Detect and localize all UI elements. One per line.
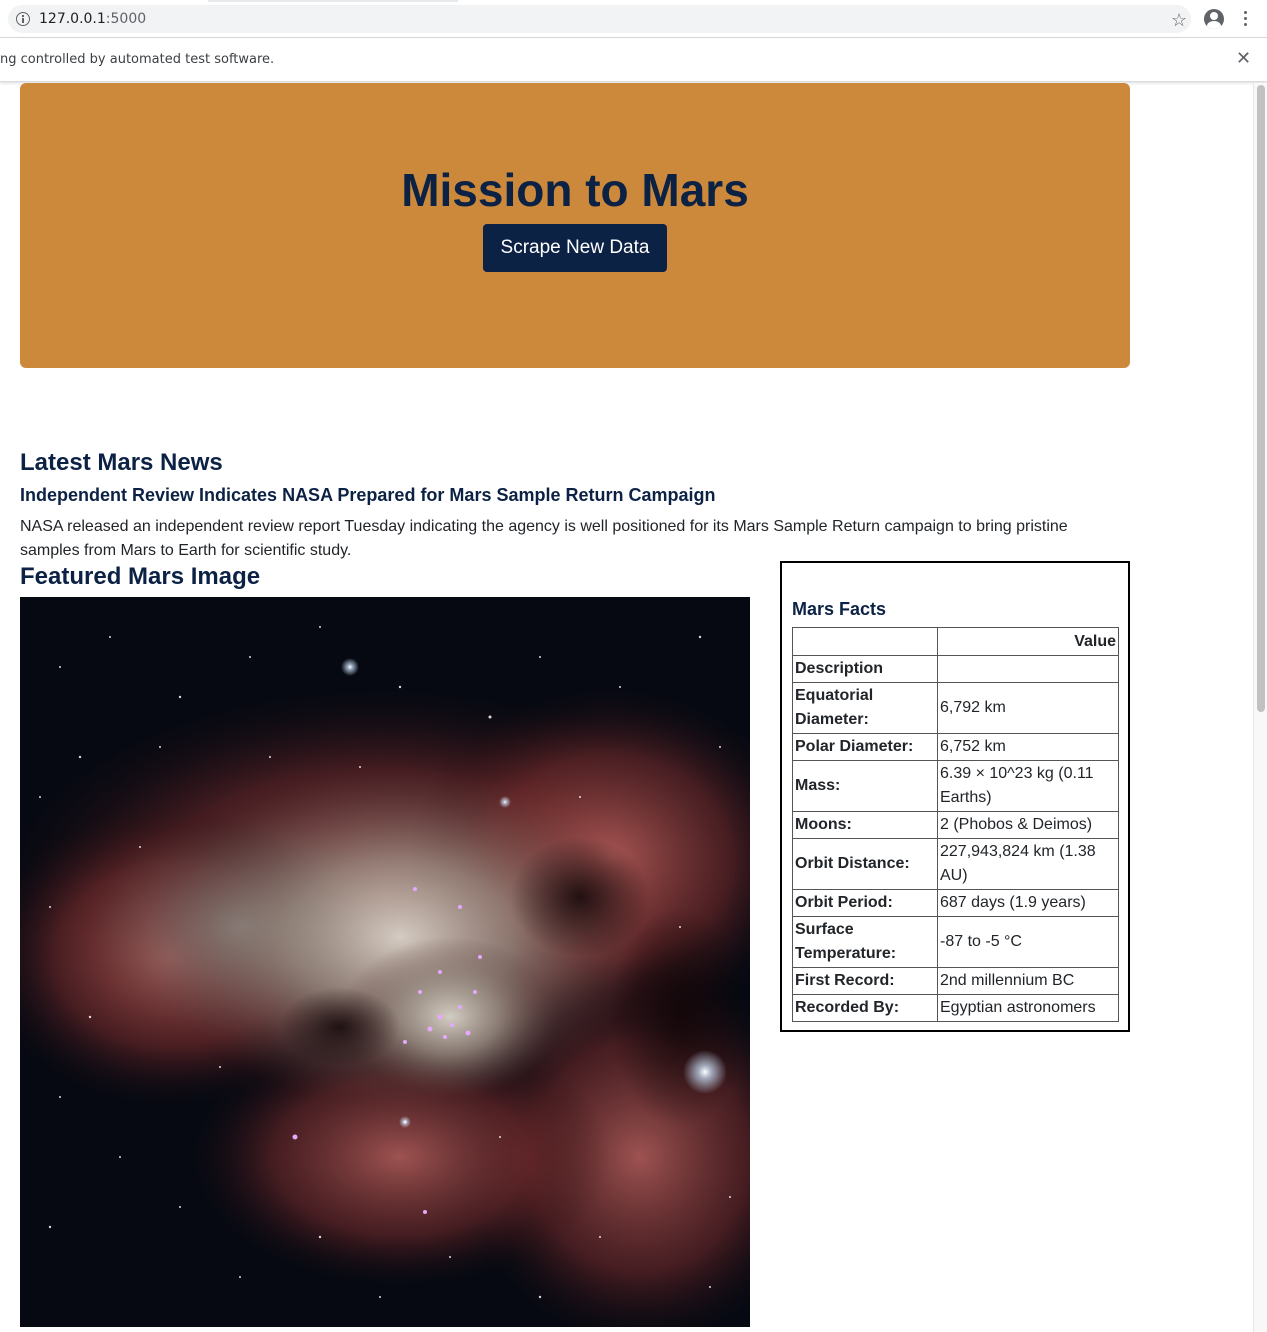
fact-value: 227,943,824 km (1.38 AU): [937, 838, 1119, 890]
news-heading: Latest Mars News: [20, 449, 223, 476]
table-row: Description: [792, 655, 1119, 683]
page-scrollbar[interactable]: [1253, 83, 1267, 1332]
fact-label: Orbit Period:: [792, 889, 938, 917]
fact-value: 6.39 × 10^23 kg (0.11 Earths): [937, 760, 1119, 812]
table-row: Orbit Distance: 227,943,824 km (1.38 AU): [792, 838, 1119, 890]
fact-value: 2nd millennium BC: [937, 967, 1119, 995]
fact-label: Description: [792, 655, 938, 683]
profile-icon[interactable]: [1204, 9, 1224, 29]
fact-label: Orbit Distance:: [792, 838, 938, 890]
fact-value: Egyptian astronomers: [937, 994, 1119, 1022]
fact-label: Equatorial Diameter:: [792, 682, 938, 734]
close-icon[interactable]: ✕: [1236, 49, 1251, 67]
table-row: First Record: 2nd millennium BC: [792, 967, 1119, 995]
news-paragraph: NASA released an independent review repo…: [20, 518, 1068, 559]
fact-label: First Record:: [792, 967, 938, 995]
star-icon[interactable]: ☆: [1171, 11, 1187, 29]
mars-facts-panel: Mars Facts Value Description Equatorial …: [780, 561, 1130, 1032]
featured-image-heading: Featured Mars Image: [20, 563, 261, 590]
fact-value: [937, 655, 1119, 683]
facts-header-row: Value: [792, 627, 1119, 656]
fact-label: Surface Temperature:: [792, 916, 938, 968]
url-text[interactable]: 127.0.0.1:5000: [39, 11, 146, 27]
table-row: Polar Diameter: 6,752 km: [792, 733, 1119, 761]
table-row: Recorded By: Egyptian astronomers: [792, 994, 1119, 1022]
fact-value: -87 to -5 °C: [937, 916, 1119, 968]
facts-table: Value Description Equatorial Diameter: 6,…: [792, 627, 1119, 1022]
table-row: Moons: 2 (Phobos & Deimos): [792, 811, 1119, 839]
featured-mars-image: [20, 597, 750, 1327]
info-icon[interactable]: [16, 12, 30, 26]
fact-value: 687 days (1.9 years): [937, 889, 1119, 917]
fact-value: 6,792 km: [937, 682, 1119, 734]
news-title: Independent Review Indicates NASA Prepar…: [20, 485, 716, 505]
fact-label: Moons:: [792, 811, 938, 839]
facts-heading: Mars Facts: [792, 599, 887, 619]
infobar-text: ng controlled by automated test software…: [0, 52, 275, 67]
facts-header-value: Value: [937, 627, 1119, 656]
page-title: Mission to Mars: [401, 164, 749, 216]
table-row: Surface Temperature: -87 to -5 °C: [792, 916, 1119, 968]
table-row: Orbit Period: 687 days (1.9 years): [792, 889, 1119, 917]
table-row: Equatorial Diameter: 6,792 km: [792, 682, 1119, 734]
tab-strip: [208, 0, 458, 2]
fact-label: Recorded By:: [792, 994, 938, 1022]
fact-label: Mass:: [792, 760, 938, 812]
hero-banner: Mission to Mars Scrape New Data: [20, 83, 1130, 368]
scrape-new-data-button[interactable]: Scrape New Data: [483, 224, 667, 272]
fact-label: Polar Diameter:: [792, 733, 938, 761]
menu-icon[interactable]: [1244, 11, 1248, 27]
table-row: Mass: 6.39 × 10^23 kg (0.11 Earths): [792, 760, 1119, 812]
scrollbar-thumb[interactable]: [1257, 85, 1265, 712]
address-bar[interactable]: 127.0.0.1:5000 ☆: [8, 5, 1191, 33]
facts-header-blank: [792, 627, 938, 656]
browser-toolbar: 127.0.0.1:5000 ☆: [0, 0, 1267, 38]
page-content: Mission to Mars Scrape New Data Latest M…: [0, 83, 1253, 1332]
fact-value: 6,752 km: [937, 733, 1119, 761]
automation-infobar: ng controlled by automated test software…: [0, 38, 1267, 82]
fact-value: 2 (Phobos & Deimos): [937, 811, 1119, 839]
